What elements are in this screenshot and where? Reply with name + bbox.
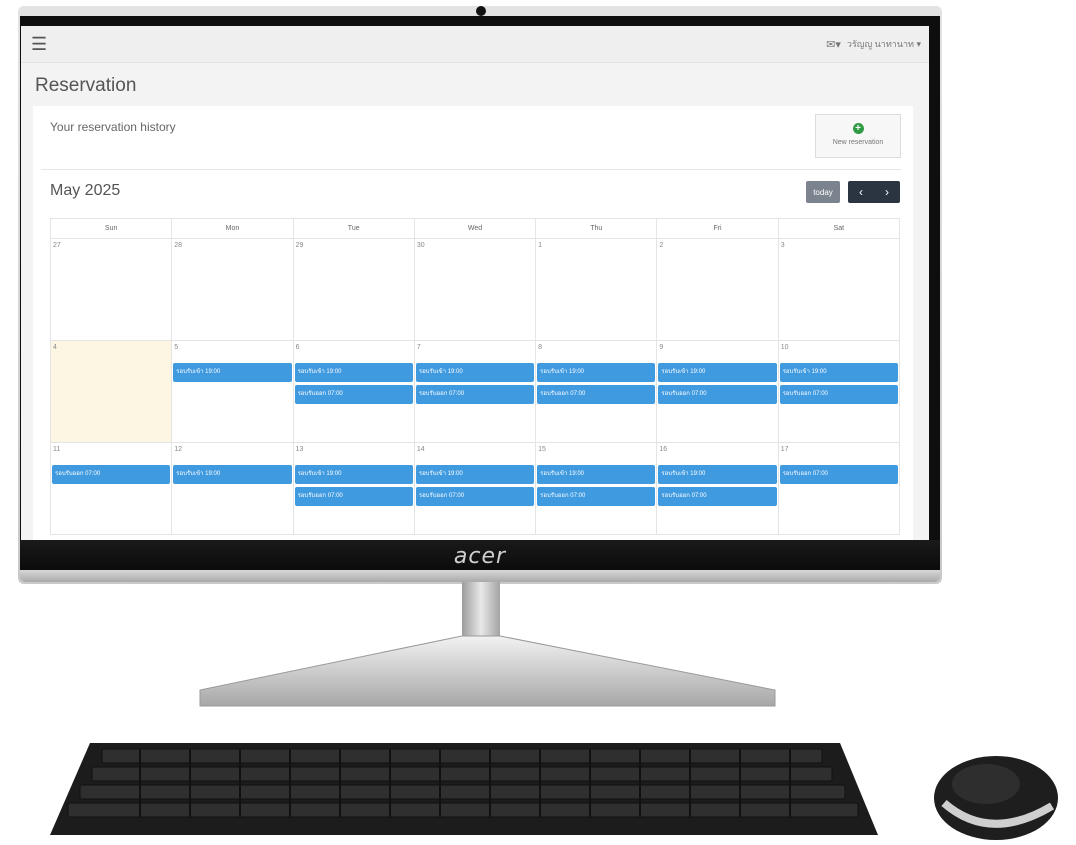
monitor-stand (199, 635, 776, 707)
mouse (934, 756, 1058, 840)
keyboard (50, 743, 878, 835)
